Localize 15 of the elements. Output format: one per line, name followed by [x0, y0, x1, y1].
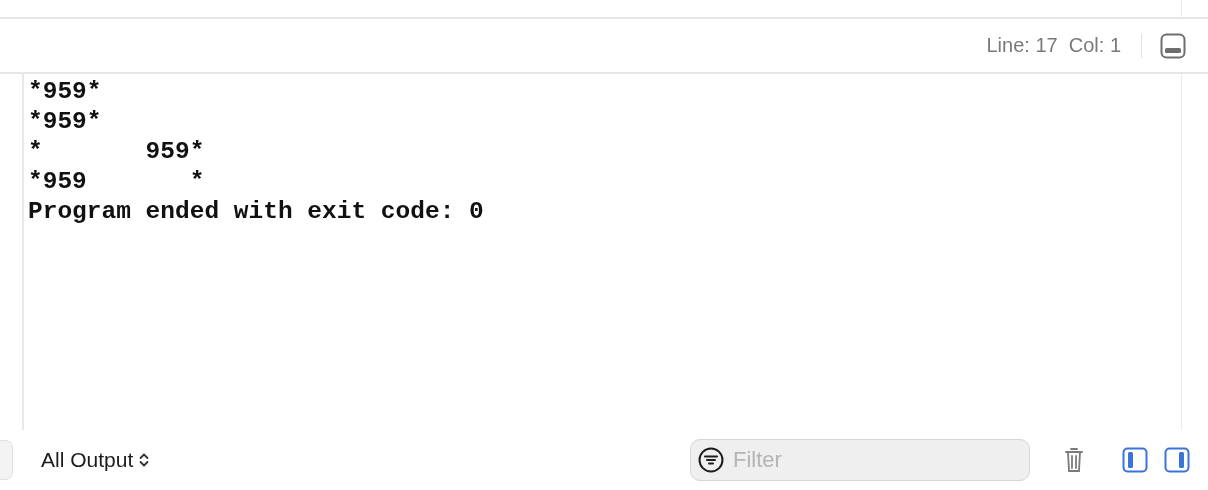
chevron-up-down-icon: [139, 452, 150, 468]
console-line: *959 *: [28, 167, 205, 197]
trash-icon[interactable]: [1064, 447, 1084, 473]
console-line: * 959*: [28, 137, 205, 167]
console-line: *959*: [28, 107, 102, 137]
panel-edge: [0, 440, 13, 480]
filter-field[interactable]: Filter: [690, 439, 1030, 481]
filter-icon: [698, 447, 724, 473]
cursor-position: Line: 17 Col: 1: [986, 34, 1121, 57]
console-line: *959*: [28, 77, 102, 107]
panel-toggle-icon[interactable]: [1160, 32, 1186, 59]
pane-toggle-icon[interactable]: [1164, 447, 1190, 473]
output-menu[interactable]: All Output: [23, 448, 150, 472]
console-line: Program ended with exit code: 0: [28, 197, 484, 227]
pane-toggle-icon[interactable]: [1122, 447, 1148, 473]
